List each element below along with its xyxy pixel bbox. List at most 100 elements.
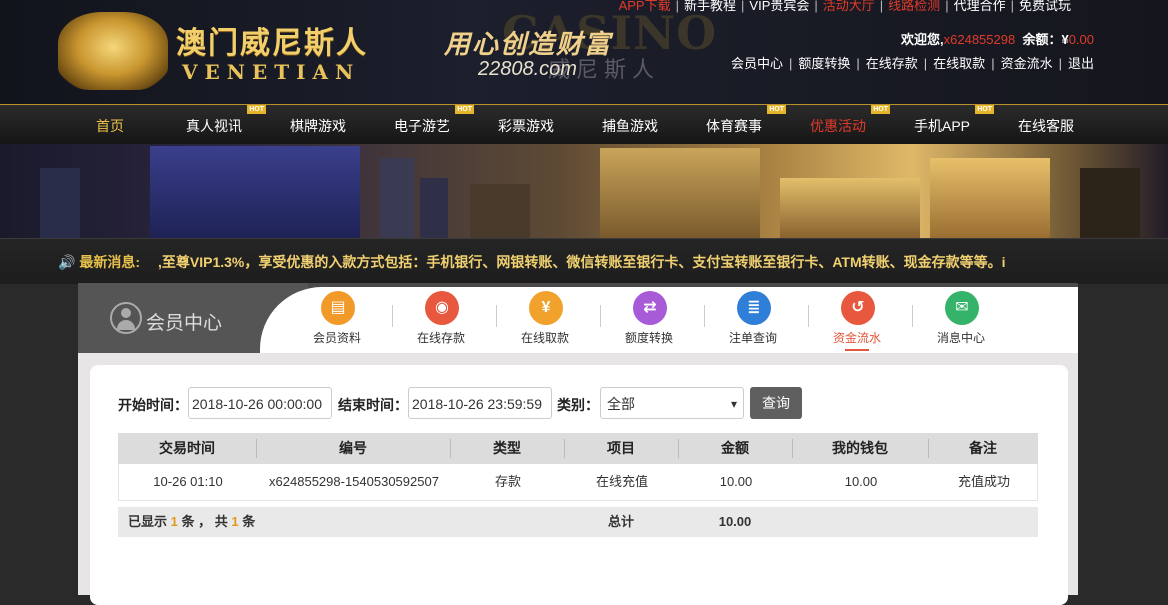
slogan-main: 用心创造财富 — [444, 30, 613, 60]
col-header: 编号 — [339, 440, 367, 456]
user-avatar-icon — [110, 302, 142, 334]
tab-fund-flow[interactable]: ↺ 资金流水 — [805, 287, 909, 351]
user-link-transfer[interactable]: 额度转换 — [798, 56, 850, 71]
hot-badge: HOT — [767, 105, 786, 114]
end-time-label: 结束时间： — [338, 397, 408, 413]
top-link-vip[interactable]: VIP贵宾会 — [748, 0, 810, 13]
hot-badge: HOT — [247, 105, 266, 114]
col-header: 金额 — [721, 440, 749, 456]
nav-item-live-casino[interactable]: 真人视讯 HOT — [176, 105, 266, 145]
tab-label: 额度转换 — [624, 331, 673, 345]
nav-label: 首页 — [96, 118, 124, 134]
user-link-withdraw[interactable]: 在线取款 — [933, 56, 985, 71]
col-header: 项目 — [607, 440, 635, 456]
table-header: 交易时间 编号 类型 项目 金额 我的钱包 备注 — [118, 433, 1038, 464]
history-icon: ↺ — [841, 291, 875, 325]
tab-label: 在线存款 — [416, 331, 465, 345]
nav-label: 电子游艺 — [394, 118, 450, 134]
nav-item-mobile-app[interactable]: 手机APP HOT — [904, 105, 994, 145]
banner-image — [0, 144, 1168, 238]
total-label: 总计 — [607, 514, 634, 529]
tab-online-deposit[interactable]: ◉ 在线存款 — [389, 287, 493, 349]
tab-message-center[interactable]: ✉ 消息中心 — [909, 287, 1013, 349]
news-ticker: 🔊 最新消息: ,至尊VIP1.3%，享受优惠的入款方式包括：手机银行、网银转账… — [0, 238, 1168, 284]
cell-type: 存款 — [494, 474, 521, 489]
nav-item-customer-service[interactable]: 在线客服 — [1008, 105, 1084, 145]
nav-label: 棋牌游戏 — [290, 118, 346, 134]
logo-text-en: VENETIAN — [182, 60, 361, 84]
member-body: 开始时间： 2018-10-26 00:00:00 结束时间： 2018-10-… — [78, 353, 1078, 605]
tab-transfer[interactable]: ⇄ 额度转换 — [597, 287, 701, 349]
hot-badge: HOT — [975, 105, 994, 114]
slogan: CASINO 威尼斯人 用心创造财富 22808.com — [438, 6, 718, 90]
user-link-fund-flow[interactable]: 资金流水 — [1001, 56, 1053, 71]
table-row: 10-26 01:10 x624855298-1540530592507 存款 … — [118, 464, 1038, 501]
logo[interactable]: 澳门威尼斯人 VENETIAN — [58, 8, 368, 92]
top-header: 澳门威尼斯人 VENETIAN CASINO 威尼斯人 用心创造财富 22808… — [0, 0, 1168, 104]
query-button[interactable]: 查询 — [750, 387, 802, 419]
tab-label: 资金流水 — [832, 331, 881, 345]
top-link-agent[interactable]: 代理合作 — [953, 0, 1007, 13]
col-header: 类型 — [493, 440, 521, 456]
member-center-title-text: 会员中心 — [146, 313, 223, 334]
piggy-bank-icon: ◉ — [425, 291, 459, 325]
tab-label: 消息中心 — [936, 331, 985, 345]
nav-item-slots[interactable]: 电子游艺 HOT — [384, 105, 474, 145]
cell-note: 充值成功 — [957, 474, 1010, 489]
top-link-app-download[interactable]: APP下载 — [618, 0, 672, 13]
nav-label: 彩票游戏 — [498, 118, 554, 134]
member-center-header: 会员中心 ▤ 会员资料 ◉ 在线存款 ¥ 在线取款 ⇄ 额度转换 ≣ 注单查询 … — [78, 283, 1078, 353]
top-link-free-trial[interactable]: 免费试玩 — [1018, 0, 1072, 13]
document-list-icon: ≣ — [737, 291, 771, 325]
start-time-input[interactable]: 2018-10-26 00:00:00 — [188, 387, 332, 419]
type-select[interactable]: 全部 — [600, 387, 744, 420]
shown-suffix: 条 — [242, 514, 256, 529]
transfer-arrows-icon: ⇄ — [633, 291, 667, 325]
yen-icon: ¥ — [529, 291, 563, 325]
shown-count: 1 — [170, 514, 178, 529]
balance-value: 0.00 — [1068, 32, 1094, 47]
top-link-events[interactable]: 活动大厅 — [822, 0, 876, 13]
nav-item-home[interactable]: 首页 — [80, 105, 140, 145]
top-link-tutorial[interactable]: 新手教程 — [683, 0, 737, 13]
end-time-input[interactable]: 2018-10-26 23:59:59 — [408, 387, 552, 419]
logo-text-cn: 澳门威尼斯人 — [176, 26, 368, 61]
user-link-deposit[interactable]: 在线存款 — [866, 56, 918, 71]
welcome-bar: 欢迎您,x624855298 余额：¥0.00 — [901, 29, 1094, 48]
tab-online-withdraw[interactable]: ¥ 在线取款 — [493, 287, 597, 349]
slogan-domain: 22808.com — [478, 58, 577, 80]
lion-logo-icon — [58, 12, 168, 90]
user-link-member-center[interactable]: 会员中心 — [731, 56, 783, 71]
nav-item-lottery[interactable]: 彩票游戏 — [488, 105, 564, 145]
shown-prefix: 已显示 — [128, 514, 168, 529]
tab-label: 会员资料 — [312, 331, 361, 345]
fund-flow-table: 交易时间 编号 类型 项目 金额 我的钱包 备注 10-26 01:10 x62… — [118, 433, 1038, 537]
col-header: 我的钱包 — [832, 440, 888, 456]
tab-member-info[interactable]: ▤ 会员资料 — [285, 287, 389, 349]
fund-flow-card: 开始时间： 2018-10-26 00:00:00 结束时间： 2018-10-… — [90, 365, 1068, 605]
username: x624855298 — [943, 32, 1016, 47]
user-links: 会员中心 | 额度转换 | 在线存款 | 在线取款 | 资金流水 | 退出 — [730, 56, 1094, 71]
shown-summary: 已显示 1 条 ， 共 1 条 — [128, 507, 255, 537]
tab-bet-history[interactable]: ≣ 注单查询 — [701, 287, 805, 349]
member-tabs: ▤ 会员资料 ◉ 在线存款 ¥ 在线取款 ⇄ 额度转换 ≣ 注单查询 ↺ 资金流… — [260, 287, 1078, 353]
cell-amount: 10.00 — [719, 474, 753, 489]
top-link-line-check[interactable]: 线路检测 — [887, 0, 941, 13]
nav-item-sports[interactable]: 体育赛事 HOT — [696, 105, 786, 145]
nav-label: 在线客服 — [1018, 118, 1074, 134]
type-select-value: 全部 — [607, 396, 635, 412]
nav-label: 真人视讯 — [186, 118, 242, 134]
nav-item-promotions[interactable]: 优惠活动 HOT — [800, 105, 890, 145]
main-nav: 首页 真人视讯 HOT 棋牌游戏 电子游艺 HOT 彩票游戏 捕鱼游戏 体育赛事 HO… — [0, 104, 1168, 145]
top-links: APP下载 | 新手教程 | VIP贵宾会 | 活动大厅 | 线路检测 | 代理合作 | 免费试玩 — [618, 0, 1072, 13]
cell-time: 10-26 01:10 — [153, 474, 223, 489]
active-tab-underline — [845, 349, 869, 351]
nav-item-card-games[interactable]: 棋牌游戏 — [280, 105, 356, 145]
nav-label: 手机APP — [913, 118, 970, 134]
balance-label: 余额：¥ — [1022, 32, 1069, 47]
hot-badge: HOT — [455, 105, 474, 114]
user-link-logout[interactable]: 退出 — [1068, 56, 1094, 71]
news-text: ,至尊VIP1.3%，享受优惠的入款方式包括：手机银行、网银转账、微信转账至银行… — [158, 254, 1006, 270]
nav-item-fishing[interactable]: 捕鱼游戏 — [592, 105, 668, 145]
cell-item: 在线充值 — [595, 474, 648, 489]
